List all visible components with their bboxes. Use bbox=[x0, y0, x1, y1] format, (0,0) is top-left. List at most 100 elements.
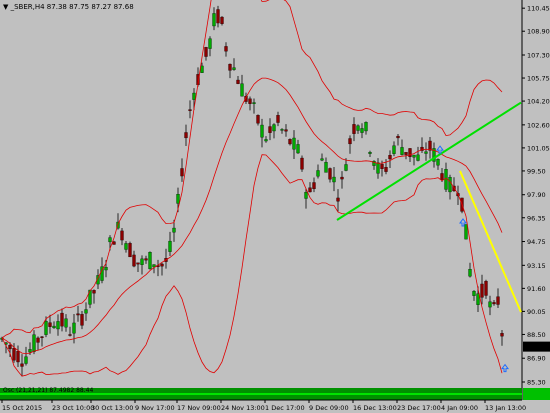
candle bbox=[292, 137, 296, 150]
candle bbox=[204, 47, 208, 57]
chart-window[interactable]: 110.45 108.90 107.30 105.75 104.20 102.60 101.… bbox=[0, 0, 550, 413]
candle bbox=[344, 164, 348, 171]
candle bbox=[364, 122, 368, 132]
candle bbox=[228, 63, 232, 71]
candle bbox=[332, 176, 336, 183]
candle bbox=[336, 197, 340, 202]
candle bbox=[428, 140, 432, 151]
candle bbox=[180, 168, 184, 177]
candle bbox=[480, 283, 484, 298]
y-tick-label: 107.30 bbox=[527, 51, 550, 59]
candle bbox=[48, 322, 52, 327]
x-tick-label: 9 Dec 09:00 bbox=[309, 404, 349, 412]
candle bbox=[168, 240, 172, 252]
candle bbox=[472, 290, 476, 296]
x-tick-label: 9 Nov 17:00 bbox=[135, 404, 175, 412]
candle bbox=[184, 132, 188, 139]
candle bbox=[80, 314, 84, 326]
candle bbox=[160, 263, 164, 267]
x-tick-label: 13 Jan 13:00 bbox=[485, 404, 526, 412]
candle bbox=[72, 322, 76, 334]
candle bbox=[316, 170, 320, 177]
candle bbox=[252, 102, 256, 104]
chart-title: ▼ _SBER,H4 87.38 87.75 87.27 87.68 bbox=[3, 3, 134, 11]
y-tick-label: 104.20 bbox=[527, 98, 550, 106]
candle bbox=[340, 176, 344, 180]
candle bbox=[32, 334, 36, 352]
x-tick-label: 23 Dec 17:00 bbox=[397, 404, 441, 412]
candle bbox=[348, 138, 352, 145]
candle bbox=[412, 154, 416, 158]
candle bbox=[296, 144, 300, 154]
candle bbox=[464, 224, 468, 240]
y-tick-label: 86.90 bbox=[527, 355, 546, 363]
y-tick-label: 99.50 bbox=[527, 167, 546, 175]
candle bbox=[484, 280, 488, 296]
y-tick-label: 96.35 bbox=[527, 214, 546, 222]
candle bbox=[416, 154, 420, 161]
x-tick-label: 17 Nov 09:00 bbox=[177, 404, 221, 412]
candle bbox=[404, 152, 408, 155]
candle bbox=[224, 46, 228, 52]
candle bbox=[324, 162, 328, 173]
y-tick-label: 102.60 bbox=[527, 121, 550, 129]
candle bbox=[76, 313, 80, 316]
candle bbox=[248, 98, 252, 104]
candle bbox=[312, 182, 316, 190]
candle bbox=[492, 302, 496, 305]
candle bbox=[212, 13, 216, 27]
candle bbox=[132, 254, 136, 267]
candle bbox=[408, 148, 412, 157]
candle bbox=[60, 312, 64, 327]
candle bbox=[392, 145, 396, 154]
y-tick-label: 105.75 bbox=[527, 75, 550, 83]
candle bbox=[92, 290, 96, 294]
candle bbox=[284, 129, 288, 132]
x-tick-label: 4 Jan 09:00 bbox=[441, 404, 478, 412]
candle bbox=[288, 139, 292, 145]
indicator-value-box bbox=[523, 388, 550, 400]
x-tick-label: 1 Dec 17:00 bbox=[265, 404, 305, 412]
candle bbox=[388, 155, 392, 160]
candle bbox=[108, 237, 112, 243]
candle bbox=[232, 67, 236, 70]
candle bbox=[272, 124, 276, 132]
candle bbox=[208, 38, 212, 49]
candle bbox=[300, 157, 304, 170]
x-tick-label: 16 Dec 13:00 bbox=[353, 404, 397, 412]
candle bbox=[264, 139, 268, 142]
candle bbox=[352, 124, 356, 134]
candle bbox=[24, 356, 28, 364]
candle bbox=[216, 9, 220, 24]
candle bbox=[148, 252, 152, 270]
candle bbox=[400, 147, 404, 155]
candle bbox=[260, 124, 264, 138]
candle bbox=[140, 258, 144, 265]
candle bbox=[52, 325, 56, 329]
candle bbox=[320, 158, 324, 161]
candle bbox=[220, 16, 224, 24]
price-chart[interactable]: 110.45 108.90 107.30 105.75 104.20 102.60 101.… bbox=[0, 0, 550, 413]
candle bbox=[172, 227, 176, 233]
candle bbox=[236, 79, 240, 84]
candle bbox=[176, 194, 180, 204]
y-tick-label: 97.90 bbox=[527, 191, 546, 199]
plot-background bbox=[0, 0, 522, 413]
x-tick-label: 15 Oct 2015 bbox=[2, 404, 42, 412]
candle bbox=[440, 173, 444, 180]
candle bbox=[328, 168, 332, 180]
x-tick-label: 30 Oct 13:00 bbox=[91, 404, 133, 412]
candle bbox=[448, 177, 452, 193]
candle bbox=[68, 334, 72, 336]
candle bbox=[380, 164, 384, 169]
y-tick-label: 91.60 bbox=[527, 285, 546, 293]
y-tick-label: 101.05 bbox=[527, 144, 550, 152]
current-price-label: 87.68 bbox=[525, 343, 544, 351]
candle bbox=[12, 348, 16, 361]
y-tick-label: 93.15 bbox=[527, 262, 546, 270]
candle bbox=[56, 321, 60, 330]
y-tick-label: 94.75 bbox=[527, 238, 546, 246]
candle bbox=[424, 151, 428, 154]
candle bbox=[28, 349, 32, 353]
candle bbox=[396, 135, 400, 139]
